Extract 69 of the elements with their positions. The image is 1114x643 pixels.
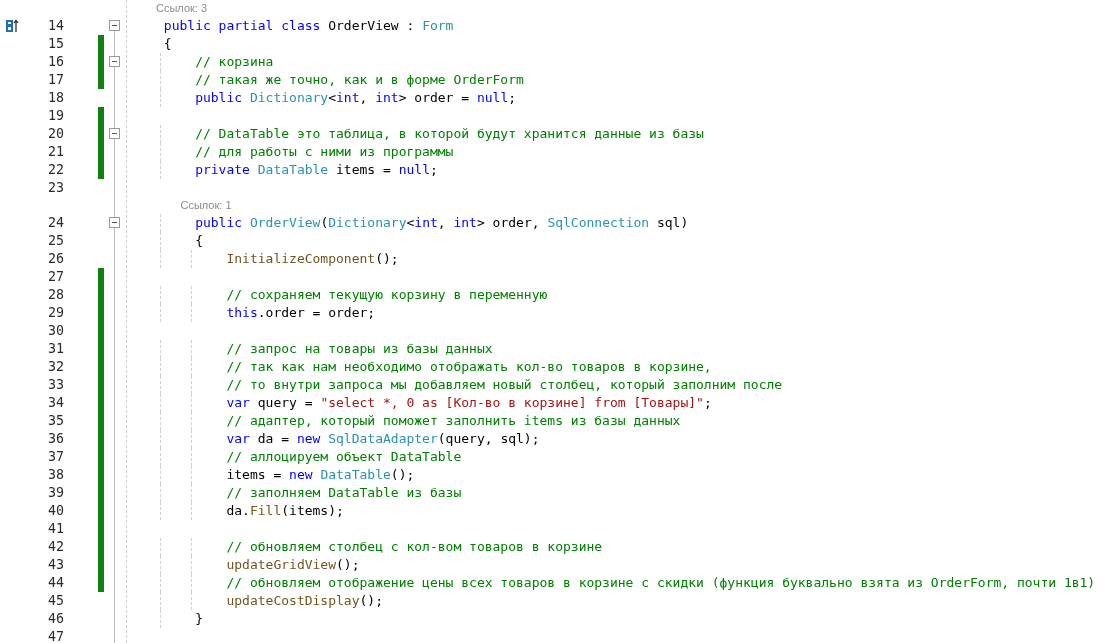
line-number: 34 xyxy=(47,394,64,412)
line-number: 20 xyxy=(47,125,64,143)
code-line: var query = "select *, 0 as [Кол-во в корзине] from [Товары]"; xyxy=(225,395,712,410)
code-line: private DataTable items = null; xyxy=(194,162,438,177)
code-line: { xyxy=(194,233,203,248)
line-number: 42 xyxy=(47,538,64,556)
code-line: // запрос на товары из базы данных xyxy=(225,341,493,356)
collapse-icon[interactable] xyxy=(109,217,120,228)
line-number: 43 xyxy=(47,556,64,574)
line-number: 41 xyxy=(47,520,64,538)
code-line: // адаптер, который поможет заполнить items из базы данных xyxy=(225,413,681,428)
code-line: // корзина xyxy=(194,54,274,69)
line-number: 21 xyxy=(47,143,64,161)
line-number: 44 xyxy=(47,574,64,592)
line-number: 17 xyxy=(47,71,64,89)
reference-count-link[interactable]: Ссылок: 3 xyxy=(156,0,208,17)
line-number: 22 xyxy=(47,161,64,179)
code-line: // аллоцируем объект DataTable xyxy=(225,449,462,464)
line-number: 23 xyxy=(47,179,64,197)
code-line: public partial class OrderView : Form xyxy=(163,18,454,33)
line-number: 25 xyxy=(47,232,64,250)
code-line: // такая же точно, как и в форме OrderForm xyxy=(194,72,524,87)
code-line: public OrderView(Dictionary<int, int> order, SqlConnection sql) xyxy=(194,215,689,230)
code-line: // обновляем отображение цены всех товаров в корзине с скидки (функция буквально взята из OrderForm, почти 1в1) xyxy=(225,575,1096,590)
line-number: 33 xyxy=(47,376,64,394)
line-number: 45 xyxy=(47,592,64,610)
code-line: // заполняем DataTable из базы xyxy=(225,485,462,500)
code-line: public Dictionary<int, int> order = null; xyxy=(194,90,517,105)
line-number: 35 xyxy=(47,412,64,430)
line-number: 40 xyxy=(47,502,64,520)
line-number: 18 xyxy=(47,89,64,107)
line-number: 15 xyxy=(47,35,64,53)
code-line: items = new DataTable(); xyxy=(225,467,415,482)
line-number: 29 xyxy=(47,304,64,322)
code-line: updateGridView(); xyxy=(225,557,360,572)
reference-count-link[interactable]: Ссылок: 1 xyxy=(180,197,232,214)
code-line: var da = new SqlDataAdapter(query, sql); xyxy=(225,431,540,446)
code-line: // для работы с ними из программы xyxy=(194,144,454,159)
line-number: 36 xyxy=(47,430,64,448)
code-line: // сохраняем текущую корзину в переменную xyxy=(225,287,548,302)
line-number: 14 xyxy=(47,17,64,35)
line-number: 27 xyxy=(47,268,64,286)
code-line: } xyxy=(194,611,203,626)
code-line: // обновляем столбец с кол-вом товаров в корзине xyxy=(225,539,603,554)
class-arrow-icon[interactable] xyxy=(5,19,19,33)
collapse-icon[interactable] xyxy=(109,56,120,67)
code-line: this.order = order; xyxy=(225,305,376,320)
code-line: updateCostDisplay(); xyxy=(225,593,383,608)
line-number: 30 xyxy=(47,322,64,340)
line-number: 26 xyxy=(47,250,64,268)
code-line: da.Fill(items); xyxy=(225,503,344,518)
line-number: 24 xyxy=(47,214,64,232)
collapse-icon[interactable] xyxy=(109,128,120,139)
line-number: 31 xyxy=(47,340,64,358)
code-line: // так как нам необходимо отображать кол-во товаров в корзине, xyxy=(225,359,712,374)
line-number: 19 xyxy=(47,107,64,125)
line-number: 16 xyxy=(47,53,64,71)
line-number: 32 xyxy=(47,358,64,376)
line-number: 46 xyxy=(47,610,64,628)
line-number: 38 xyxy=(47,466,64,484)
line-number: 47 xyxy=(47,628,64,643)
collapse-icon[interactable] xyxy=(109,20,120,31)
code-line: // то внутри запроса мы добавляем новый столбец, который заполним после xyxy=(225,377,783,392)
line-number: 37 xyxy=(47,448,64,466)
line-number: 39 xyxy=(47,484,64,502)
code-line: InitializeComponent(); xyxy=(225,251,399,266)
code-line: { xyxy=(163,36,172,51)
code-line: // DataTable это таблица, в которой будут хранится данные из базы xyxy=(194,126,704,141)
line-number: 28 xyxy=(47,286,64,304)
